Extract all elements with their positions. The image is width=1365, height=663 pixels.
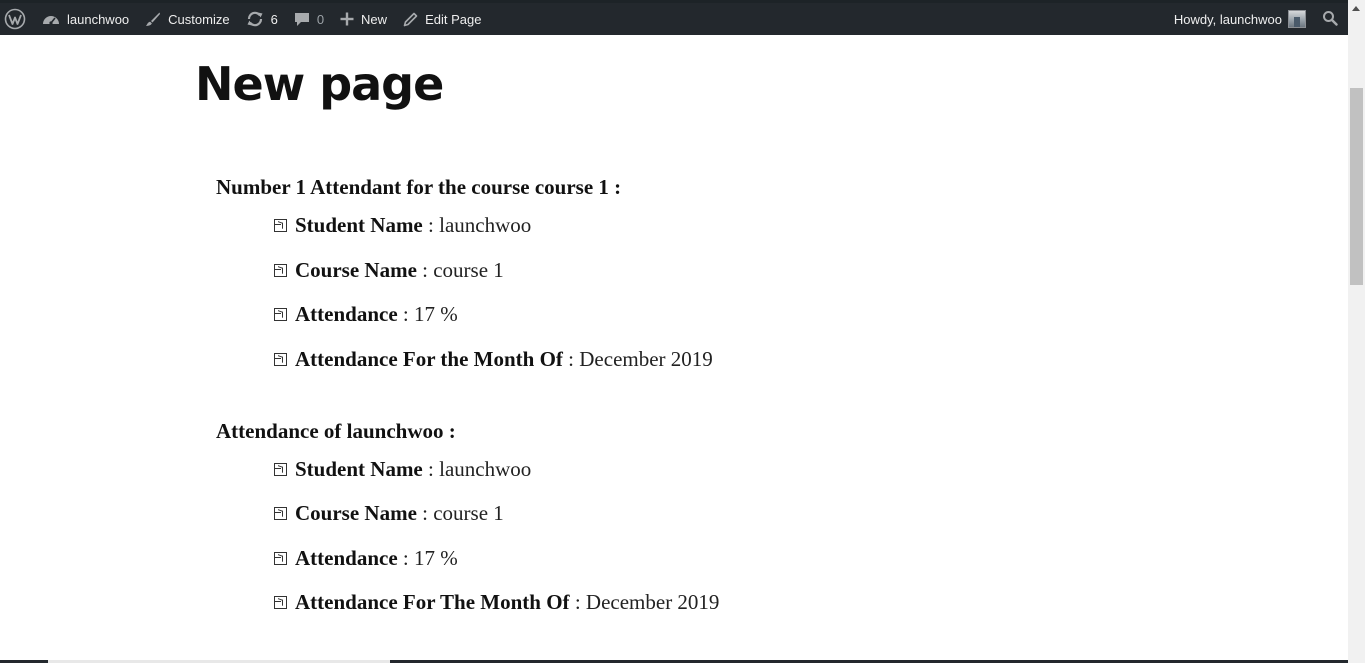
dashboard-icon — [42, 12, 60, 26]
item-label: Course Name — [295, 258, 417, 282]
item-separator: : — [569, 590, 586, 614]
arrow-box-icon — [274, 463, 287, 476]
item-label: Attendance — [295, 302, 398, 326]
page-content: New page Number 1 Attendant for the cour… — [0, 35, 1348, 660]
item-value: 17 % — [414, 302, 458, 326]
wordpress-logo-icon — [4, 8, 26, 30]
list-item: Course Name : course 1 — [274, 258, 504, 283]
search-icon — [1322, 10, 1338, 29]
list-item: Attendance For the Month Of : December 2… — [274, 347, 713, 372]
arrow-box-icon — [274, 308, 287, 321]
list-item: Attendance : 17 % — [274, 302, 458, 327]
edit-page-label: Edit Page — [425, 11, 482, 27]
item-value: course 1 — [433, 258, 504, 282]
updates-icon — [246, 11, 264, 27]
avatar — [1288, 10, 1306, 28]
item-separator: : — [416, 501, 434, 525]
plus-icon — [340, 12, 354, 26]
arrow-box-icon — [274, 219, 287, 232]
arrow-box-icon — [274, 264, 287, 277]
arrow-box-icon — [274, 552, 287, 565]
item-label: Student Name — [295, 213, 423, 237]
attendant-heading: Number 1 Attendant for the course course… — [216, 175, 622, 199]
edit-page-link[interactable]: Edit Page — [395, 3, 489, 35]
item-separator: : — [422, 457, 440, 481]
item-separator: : — [422, 213, 440, 237]
customize-label: Customize — [168, 11, 230, 27]
admin-bar: launchwoo Customize 6 0 New Edit Page Ho… — [0, 0, 1348, 35]
item-value: December 2019 — [579, 347, 713, 371]
scroll-up-arrow-icon[interactable] — [1352, 6, 1360, 11]
updates-link[interactable]: 6 — [238, 3, 286, 35]
page-title: New page — [195, 57, 444, 111]
item-value: December 2019 — [585, 590, 720, 614]
admin-bar-right: Howdy, launchwoo — [1166, 3, 1348, 35]
item-value: launchwoo — [439, 213, 532, 237]
pencil-icon — [403, 12, 418, 27]
customize-link[interactable]: Customize — [137, 3, 237, 35]
item-separator: : — [397, 546, 414, 570]
list-item: Attendance For The Month Of : December 2… — [274, 590, 719, 615]
item-separator: : — [416, 258, 434, 282]
admin-bar-left: launchwoo Customize 6 0 New Edit Page — [0, 3, 489, 35]
arrow-box-icon — [274, 596, 287, 609]
item-label: Attendance For the Month Of — [295, 347, 563, 371]
item-label: Attendance — [295, 546, 398, 570]
comments-count: 0 — [316, 11, 325, 27]
list-item: Course Name : course 1 — [274, 501, 504, 526]
wordpress-menu[interactable] — [0, 3, 34, 35]
howdy-label: Howdy, launchwoo — [1173, 11, 1282, 27]
item-value: course 1 — [433, 501, 504, 525]
arrow-box-icon — [274, 353, 287, 366]
admin-bar-search[interactable] — [1314, 3, 1348, 35]
item-value: 17 % — [414, 546, 458, 570]
item-separator: : — [397, 302, 414, 326]
updates-count: 6 — [270, 11, 278, 27]
comments-link[interactable]: 0 — [286, 3, 332, 35]
attendance-heading: Attendance of launchwoo : — [216, 419, 456, 443]
list-item: Attendance : 17 % — [274, 546, 458, 571]
item-label: Attendance For The Month Of — [295, 590, 570, 614]
vertical-scrollbar[interactable] — [1348, 0, 1365, 663]
list-item: Student Name : launchwoo — [274, 213, 531, 238]
site-name-link[interactable]: launchwoo — [34, 3, 137, 35]
new-content-link[interactable]: New — [332, 3, 395, 35]
comment-bubble-icon — [294, 12, 310, 27]
list-item: Student Name : launchwoo — [274, 457, 531, 482]
item-value: launchwoo — [439, 457, 532, 481]
item-label: Course Name — [295, 501, 417, 525]
item-separator: : — [562, 347, 580, 371]
new-label: New — [361, 11, 388, 27]
my-account-link[interactable]: Howdy, launchwoo — [1166, 3, 1314, 35]
item-label: Student Name — [295, 457, 423, 481]
scrollbar-thumb[interactable] — [1350, 88, 1363, 285]
paintbrush-icon — [145, 11, 161, 27]
site-name-label: launchwoo — [67, 11, 130, 27]
arrow-box-icon — [274, 507, 287, 520]
